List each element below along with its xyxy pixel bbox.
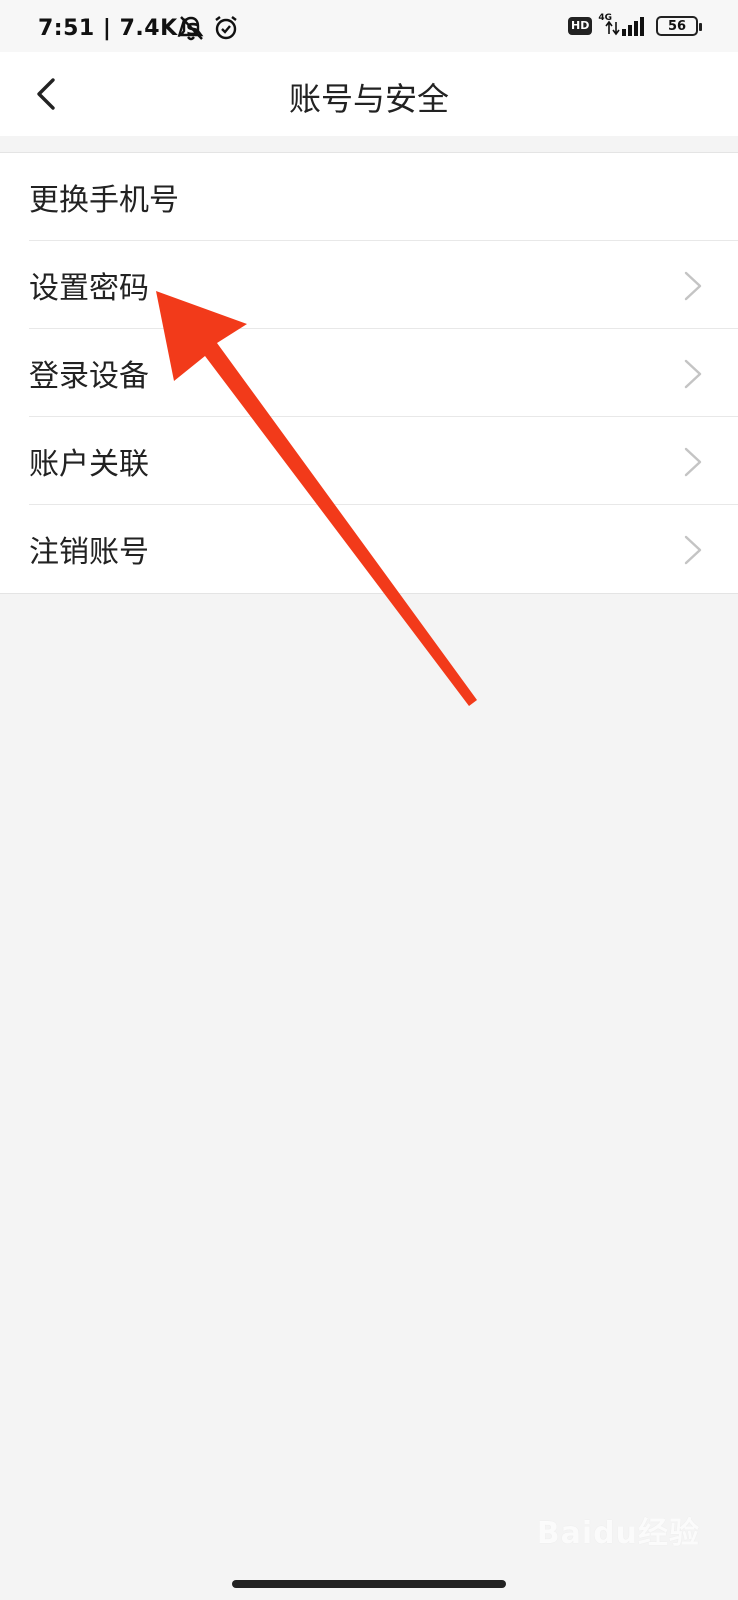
hd-badge: HD	[568, 17, 593, 35]
menu-item-label: 账户关联	[29, 447, 149, 482]
header: 账号与安全	[0, 52, 738, 136]
page-title: 账号与安全	[288, 80, 449, 118]
chevron-right-icon	[684, 447, 702, 477]
menu-item-label: 更换手机号	[29, 183, 179, 218]
menu-item-change-phone[interactable]: 更换手机号	[0, 153, 738, 241]
clock-text: 7:51	[38, 16, 95, 41]
status-bar: 7:51 | 7.4K/s HD 4G 56	[0, 0, 738, 52]
separator: |	[102, 16, 120, 41]
menu-list: 更换手机号 设置密码 登录设备 账户关联 注销账号	[0, 152, 738, 594]
status-right: HD 4G 56	[568, 13, 702, 38]
chevron-right-icon	[684, 271, 702, 301]
menu-item-delete-account[interactable]: 注销账号	[0, 505, 738, 593]
battery-level: 56	[667, 18, 687, 34]
menu-item-account-link[interactable]: 账户关联	[0, 417, 738, 505]
home-indicator[interactable]	[232, 1580, 506, 1588]
watermark: Baidu经验	[536, 1516, 700, 1551]
menu-item-login-devices[interactable]: 登录设备	[0, 329, 738, 417]
alarm-icon	[215, 16, 237, 40]
battery-icon: 56	[656, 16, 702, 36]
bell-muted-icon	[178, 16, 204, 41]
menu-item-label: 设置密码	[29, 271, 149, 306]
chevron-right-icon	[684, 359, 702, 389]
menu-item-label: 注销账号	[29, 535, 149, 570]
menu-item-set-password[interactable]: 设置密码	[0, 241, 738, 329]
menu-item-label: 登录设备	[29, 359, 149, 394]
chevron-right-icon	[684, 535, 702, 565]
status-left-icons	[176, 14, 240, 42]
network-type: 4G	[598, 13, 612, 23]
